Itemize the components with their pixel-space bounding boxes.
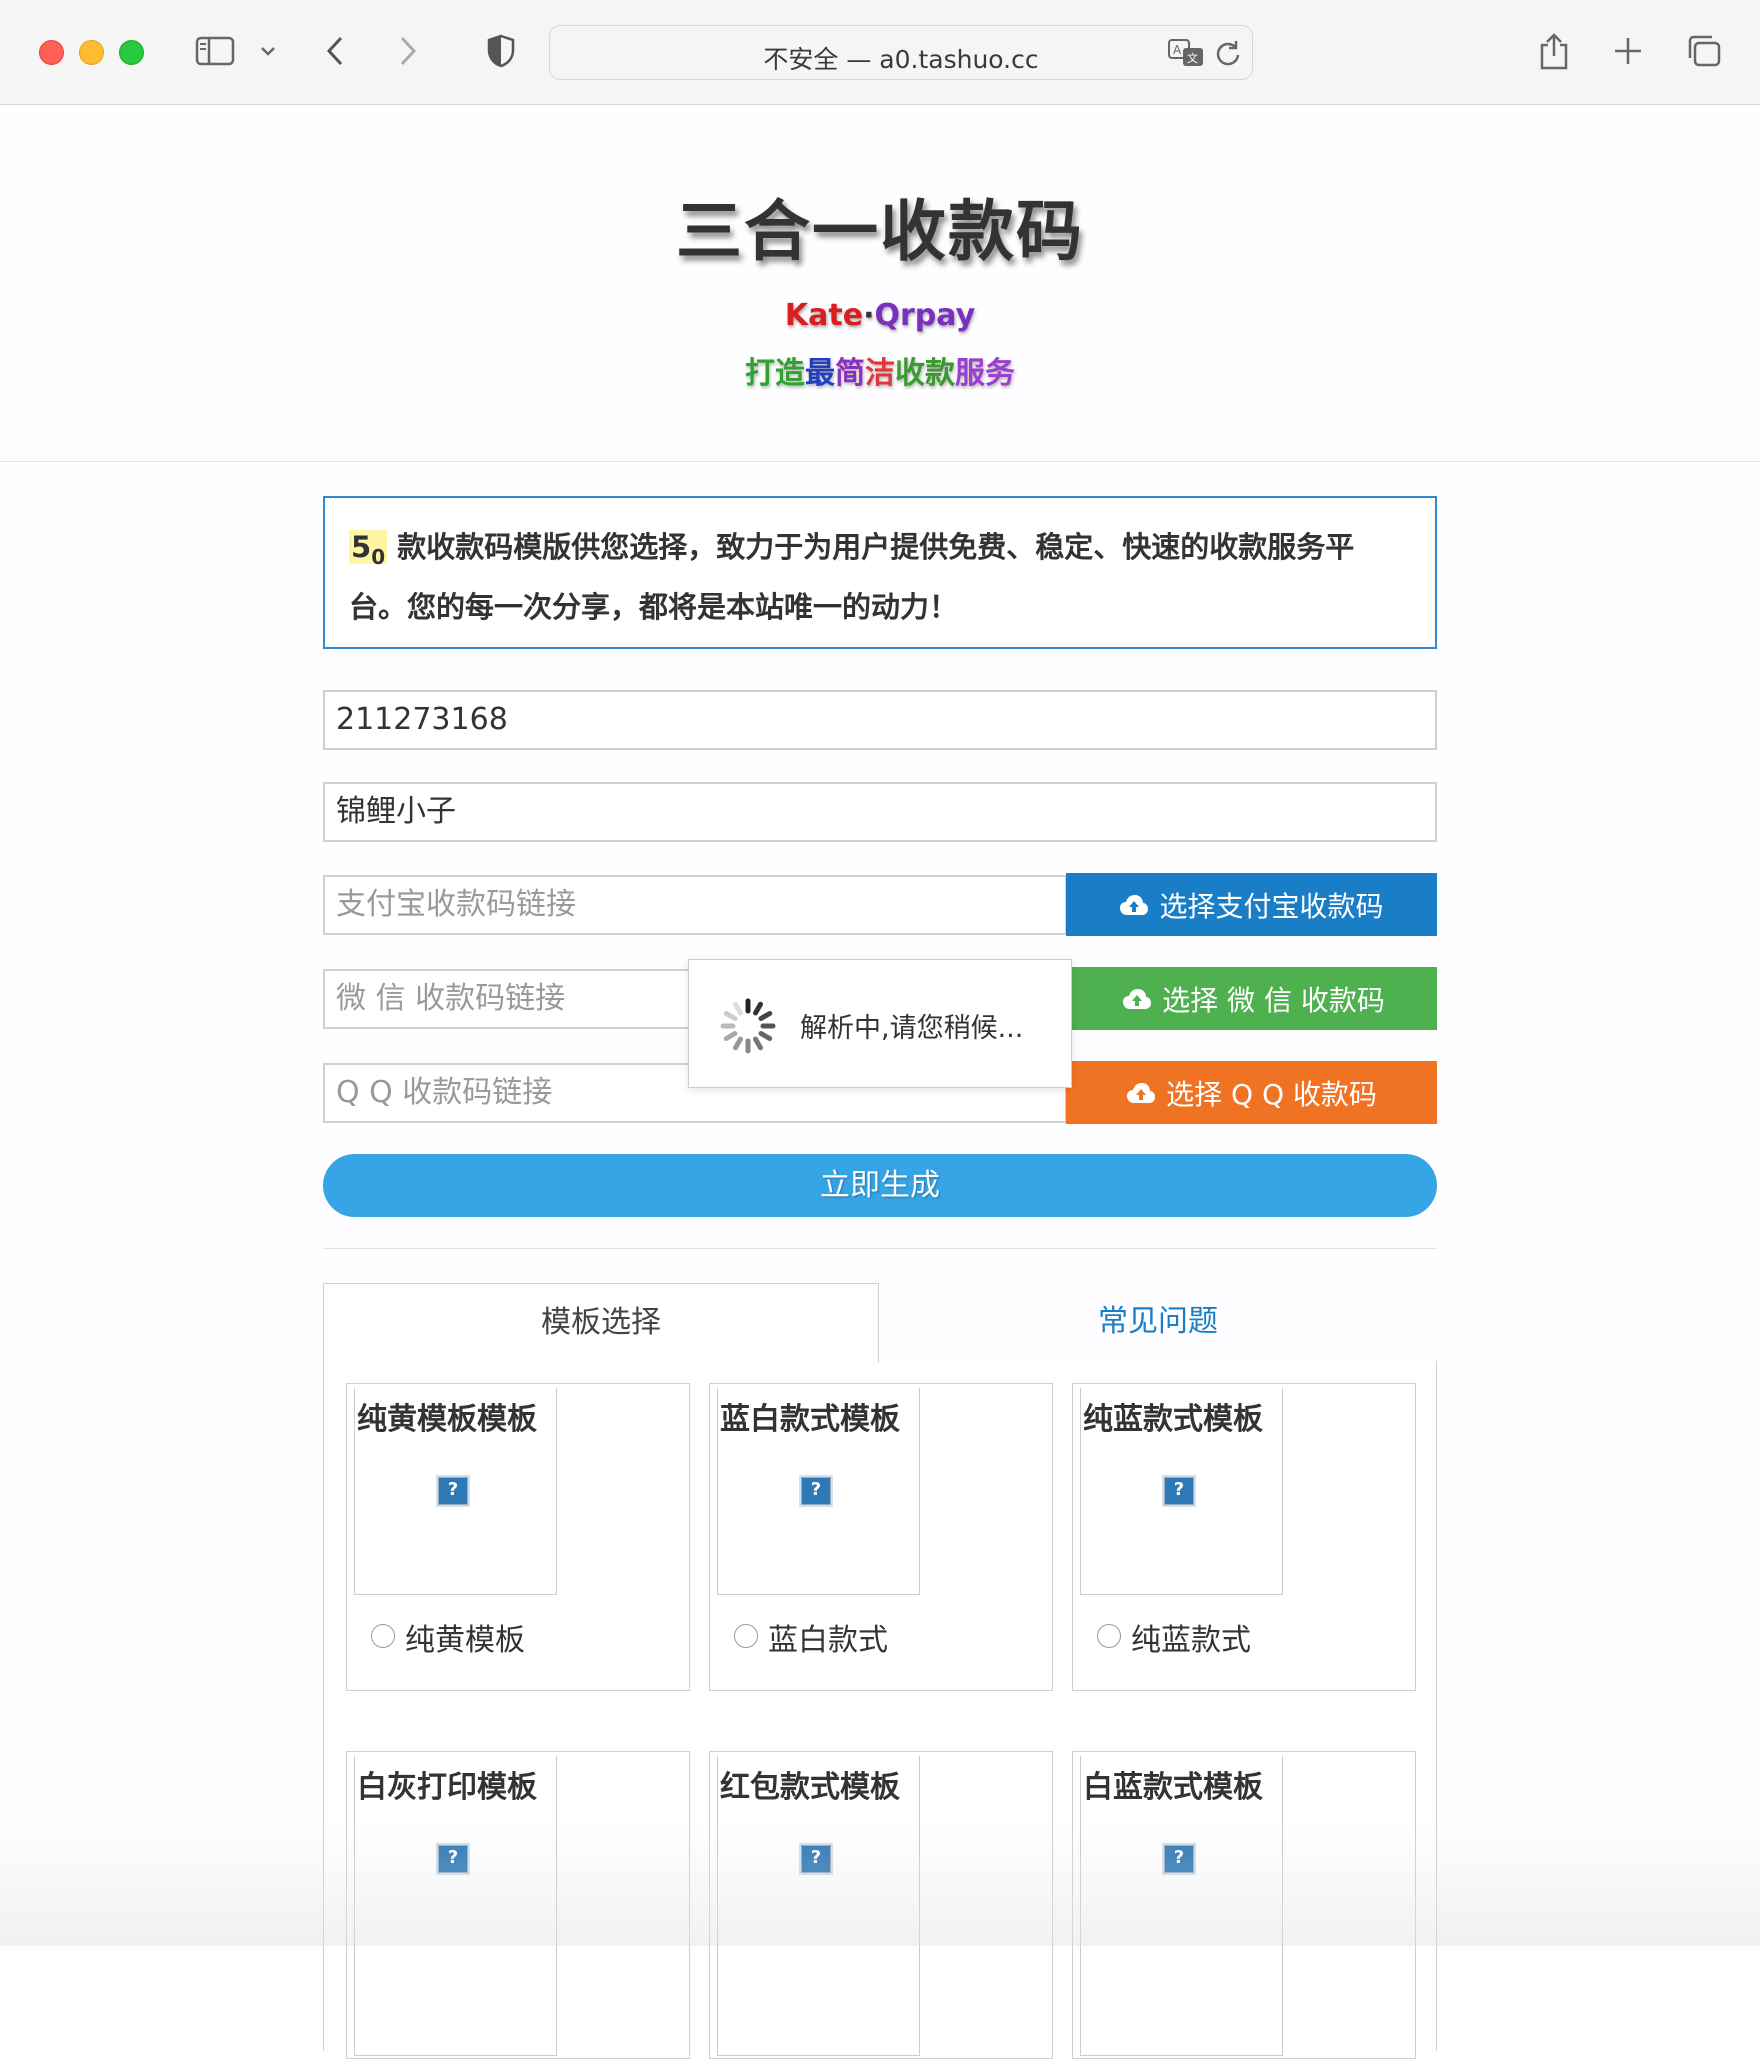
slogan-part: 简 [835, 356, 865, 391]
minimize-window-button[interactable] [79, 40, 104, 65]
brand-part: · [863, 298, 875, 333]
template-count-sub: 0 [371, 544, 386, 569]
template-title: 蓝白款式模板 [720, 1402, 900, 1437]
template-option-label[interactable]: 纯黄模板 [405, 1615, 525, 1659]
brand-part: Qrpay [874, 298, 976, 333]
brand-name: Kate·Qrpay [0, 298, 1760, 333]
divider [323, 1248, 1437, 1249]
slogan-part: 打造 [745, 356, 805, 391]
forward-icon[interactable] [393, 28, 423, 74]
close-window-button[interactable] [39, 40, 64, 65]
cloud-upload-icon [1120, 894, 1149, 915]
reload-icon[interactable] [1214, 38, 1242, 72]
page-body: 三合一收款码 Kate·Qrpay 打造最简洁收款服务 50 款收款码模版供您选… [0, 105, 1760, 2059]
select-wechat-label: 选择 微 信 收款码 [1162, 983, 1385, 1017]
template-card[interactable]: 蓝白款式模板 ? 蓝白款式 [709, 1383, 1053, 1691]
browser-toolbar: 不安全 — a0.tashuo.cc A文 [0, 0, 1760, 105]
template-card[interactable]: 红包款式模板 ? [709, 1751, 1053, 2059]
select-alipay-button[interactable]: 选择支付宝收款码 [1066, 873, 1437, 936]
select-alipay-label: 选择支付宝收款码 [1159, 889, 1384, 923]
broken-image-icon: ? [1162, 1843, 1196, 1875]
chevron-down-icon[interactable] [257, 28, 279, 74]
new-tab-icon[interactable] [1611, 28, 1645, 74]
notice-box: 50 款收款码模版供您选择，致力于为用户提供免费、稳定、快速的收款服务平台。您的… [323, 496, 1437, 649]
tab-overview-icon[interactable] [1685, 28, 1723, 74]
hero-header: 三合一收款码 Kate·Qrpay 打造最简洁收款服务 [0, 105, 1760, 462]
template-card[interactable]: 白蓝款式模板 ? [1072, 1751, 1416, 2059]
template-count: 50 [349, 530, 388, 569]
cloud-upload-icon [1127, 1082, 1156, 1103]
sidebar-toggle-icon[interactable] [194, 28, 236, 74]
svg-text:文: 文 [1187, 51, 1198, 65]
slogan-part: 最 [805, 356, 835, 391]
page-title: 三合一收款码 [676, 193, 1084, 270]
broken-image-icon: ? [1162, 1475, 1196, 1507]
share-icon[interactable] [1537, 28, 1571, 74]
address-text: 不安全 — a0.tashuo.cc [763, 45, 1039, 74]
slogan-part: 收款 [895, 356, 955, 391]
svg-text:A: A [1173, 43, 1182, 57]
spinner-icon [720, 998, 776, 1054]
slogan-part: 服务 [955, 356, 1015, 391]
template-title: 白蓝款式模板 [1083, 1770, 1263, 1805]
template-option-label[interactable]: 纯蓝款式 [1131, 1615, 1251, 1659]
template-radio[interactable] [1097, 1624, 1121, 1648]
brand-part: Kate [784, 298, 864, 333]
qq-number-input[interactable]: 211273168 [323, 690, 1437, 750]
select-qq-button[interactable]: 选择 Q Q 收款码 [1066, 1061, 1437, 1124]
template-card[interactable]: 纯黄模板模板 ? 纯黄模板 [346, 1383, 690, 1691]
template-title: 白灰打印模板 [357, 1770, 537, 1805]
slogan: 打造最简洁收款服务 [0, 348, 1760, 392]
generate-button[interactable]: 立即生成 [323, 1154, 1437, 1217]
tab-faq[interactable]: 常见问题 [879, 1283, 1437, 1363]
broken-image-icon: ? [799, 1475, 833, 1507]
translate-icon[interactable]: A文 [1167, 38, 1205, 72]
alipay-link-input[interactable]: 支付宝收款码链接 [323, 875, 1067, 935]
template-card[interactable]: 纯蓝款式模板 ? 纯蓝款式 [1072, 1383, 1416, 1691]
loading-message: 解析中,请您稍候... [800, 1013, 1024, 1044]
address-bar[interactable]: 不安全 — a0.tashuo.cc A文 [549, 25, 1253, 80]
select-qq-label: 选择 Q Q 收款码 [1166, 1077, 1377, 1111]
nickname-input[interactable]: 锦鲤小子 [323, 782, 1437, 842]
cloud-upload-icon [1123, 988, 1152, 1009]
template-card[interactable]: 白灰打印模板 ? [346, 1751, 690, 2059]
select-wechat-button[interactable]: 选择 微 信 收款码 [1070, 967, 1437, 1030]
template-title: 纯蓝款式模板 [1083, 1402, 1263, 1437]
loading-dialog: 解析中,请您稍候... [688, 959, 1072, 1088]
broken-image-icon: ? [436, 1843, 470, 1875]
tab-bar: 模板选择 常见问题 [323, 1283, 1437, 1363]
template-grid: 纯黄模板模板 ? 纯黄模板 蓝白款式模板 ? 蓝白款式 纯蓝款式模板 ? 纯蓝款… [323, 1361, 1437, 2059]
notice-text: 款收款码模版供您选择，致力于为用户提供免费、稳定、快速的收款服务平台。您的每一次… [349, 530, 1355, 624]
zoom-window-button[interactable] [119, 40, 144, 65]
back-icon[interactable] [320, 28, 350, 74]
template-title: 纯黄模板模板 [357, 1402, 537, 1437]
privacy-shield-icon[interactable] [486, 28, 516, 74]
broken-image-icon: ? [799, 1843, 833, 1875]
slogan-part: 洁 [865, 356, 895, 391]
template-option-label[interactable]: 蓝白款式 [768, 1615, 888, 1659]
template-radio[interactable] [734, 1624, 758, 1648]
template-radio[interactable] [371, 1624, 395, 1648]
template-count-value: 5 [351, 530, 372, 564]
broken-image-icon: ? [436, 1475, 470, 1507]
tab-templates[interactable]: 模板选择 [323, 1283, 879, 1363]
template-title: 红包款式模板 [720, 1770, 900, 1805]
